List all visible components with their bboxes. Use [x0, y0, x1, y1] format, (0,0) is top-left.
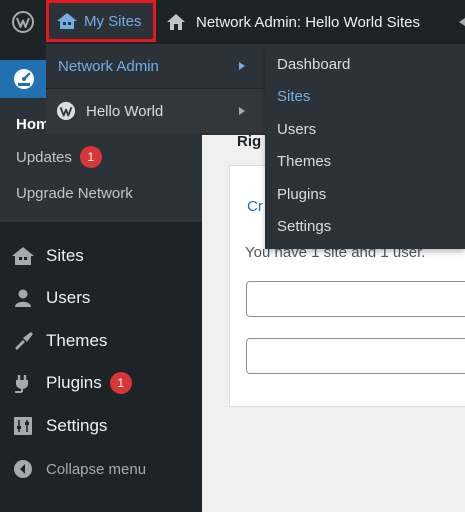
adminbar-overflow-arrow-icon	[459, 18, 465, 26]
submenu-updates-label: Updates	[16, 148, 72, 166]
sites-icon	[11, 244, 35, 268]
network-menu-item-plugins[interactable]: Plugins	[277, 186, 326, 203]
admin-bar: My Sites Network Admin: Hello World Site…	[0, 0, 465, 44]
multisite-icon	[57, 13, 77, 29]
updates-count-badge: 1	[79, 146, 102, 168]
search-users-field[interactable]	[246, 281, 465, 317]
sidebar-sites-label: Sites	[46, 246, 84, 265]
submenu-item-home[interactable]: Hom	[16, 116, 49, 133]
collapse-arrow-icon	[11, 457, 35, 481]
users-icon	[11, 286, 35, 310]
sidebar-item-plugins[interactable]: Plugins 1	[0, 364, 202, 402]
dashboard-gauge-icon	[14, 69, 34, 89]
network-menu-item-users[interactable]: Users	[277, 121, 316, 138]
sidebar-item-users[interactable]: Users	[0, 279, 202, 317]
sidebar-item-themes[interactable]: Themes	[0, 322, 202, 360]
submenu-arrow-icon	[239, 107, 245, 115]
network-menu-item-sites[interactable]: Sites	[277, 88, 310, 105]
network-admin-home-link[interactable]: Network Admin: Hello World Sites	[166, 0, 420, 44]
sidebar-item-sites[interactable]: Sites	[0, 237, 202, 275]
home-icon	[167, 14, 185, 30]
submenu-item-upgrade-network[interactable]: Upgrade Network	[16, 185, 133, 202]
hello-world-label: Hello World	[86, 102, 164, 120]
my-sites-label: My Sites	[84, 12, 142, 30]
wordpress-logo-icon	[56, 101, 76, 121]
submenu-arrow-icon	[239, 62, 245, 70]
network-admin-title: Network Admin: Hello World Sites	[196, 13, 420, 31]
wordpress-logo-button[interactable]	[0, 0, 46, 44]
dropdown-item-hello-world[interactable]: Hello World	[46, 89, 265, 133]
sidebar-settings-label: Settings	[46, 416, 108, 435]
create-site-link[interactable]: Cr	[247, 198, 263, 215]
submenu-item-updates[interactable]: Updates 1	[16, 146, 102, 168]
sidebar-themes-label: Themes	[46, 331, 108, 350]
search-users-input[interactable]	[247, 282, 465, 316]
network-menu-item-themes[interactable]: Themes	[277, 153, 331, 170]
search-sites-field[interactable]	[246, 338, 465, 374]
sidebar-users-label: Users	[46, 288, 91, 307]
network-menu-item-settings[interactable]: Settings	[277, 218, 331, 235]
network-admin-submenu: Dashboard Sites Users Themes Plugins Set…	[265, 44, 465, 249]
search-sites-input[interactable]	[247, 339, 465, 373]
settings-sliders-icon	[11, 414, 35, 438]
themes-brush-icon	[11, 329, 35, 353]
my-sites-menu[interactable]: My Sites	[46, 0, 156, 42]
network-admin-label: Network Admin	[58, 57, 159, 75]
dropdown-item-network-admin[interactable]: Network Admin	[46, 44, 265, 88]
collapse-menu-button[interactable]: Collapse menu	[0, 450, 202, 488]
submenu-upgrade-label: Upgrade Network	[16, 185, 133, 202]
sidebar-plugins-label: Plugins	[46, 373, 102, 392]
network-menu-item-dashboard[interactable]: Dashboard	[277, 56, 350, 73]
plugins-count-badge: 1	[109, 372, 132, 394]
sidebar-item-settings[interactable]: Settings	[0, 407, 202, 445]
collapse-menu-label: Collapse menu	[46, 460, 147, 478]
wordpress-logo-icon	[12, 11, 34, 33]
my-sites-dropdown: Network Admin Hello World	[46, 44, 265, 135]
submenu-home-label: Hom	[16, 116, 50, 133]
plugins-icon	[11, 371, 35, 395]
